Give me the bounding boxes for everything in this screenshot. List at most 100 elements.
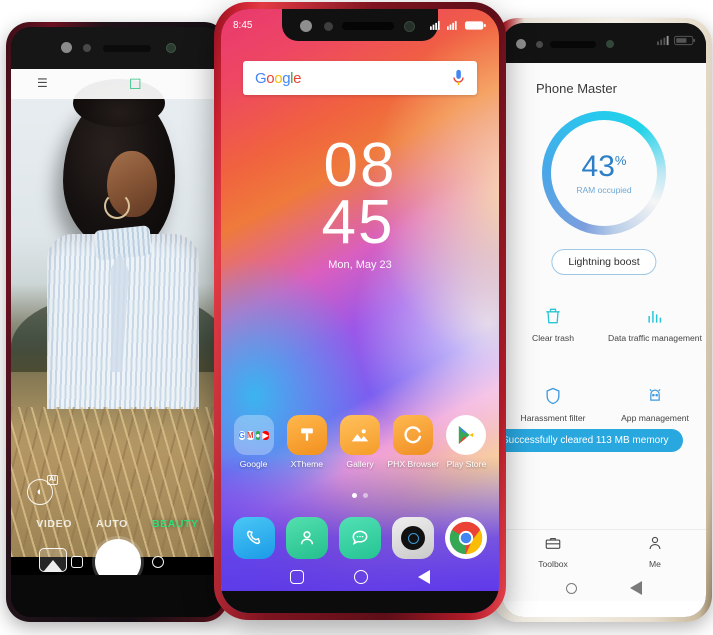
- lens-inner: [407, 532, 419, 544]
- app-label: PHX Browser: [387, 459, 439, 469]
- app-label: Gallery: [346, 459, 374, 469]
- google-search-bar[interactable]: Google: [243, 61, 477, 95]
- messages-icon: [339, 517, 381, 559]
- youtube-icon: ▶: [262, 430, 269, 440]
- photo-subject-shirt: [47, 234, 199, 409]
- center-status-bar: 8:45: [221, 9, 499, 41]
- camera-icon: [392, 517, 435, 559]
- right-phone-device: Phone Master 43% RAM occupied Lightning …: [492, 18, 712, 622]
- back-button[interactable]: [629, 581, 642, 595]
- app-gallery[interactable]: Gallery: [333, 415, 386, 470]
- feature-data-traffic[interactable]: Data traffic management: [604, 303, 706, 343]
- feature-row-1: Clear trash Data traffic management: [502, 303, 706, 343]
- center-phone-chin: [221, 591, 499, 613]
- chrome-icon: [445, 517, 488, 559]
- right-phone-screen: Phone Master 43% RAM occupied Lightning …: [502, 23, 706, 617]
- toolbox-icon: [545, 537, 561, 549]
- left-phone-screen: ☰ ☐ ◐ AI VIDEO AUTO BEAUTY: [11, 27, 224, 617]
- xtheme-icon: [286, 415, 327, 455]
- signal-icon-2: [447, 20, 457, 30]
- app-xtheme[interactable]: XTheme: [280, 415, 333, 470]
- dock-messages[interactable]: [333, 517, 386, 559]
- bottom-nav-toolbox[interactable]: Toolbox: [502, 534, 604, 569]
- camera-mode-auto[interactable]: AUTO: [96, 518, 128, 530]
- bottom-nav-me[interactable]: Me: [604, 534, 706, 569]
- home-button[interactable]: [151, 556, 164, 568]
- feature-app-management[interactable]: App management: [604, 383, 706, 423]
- feature-label: Harassment filter: [520, 413, 586, 423]
- sensor-icon: [536, 41, 543, 48]
- bar-chart-icon: [604, 303, 706, 329]
- home-button[interactable]: [354, 570, 368, 584]
- camera-mode-video[interactable]: VIDEO: [36, 518, 72, 530]
- bottom-nav-label: Me: [649, 559, 661, 569]
- home-button[interactable]: [566, 582, 578, 594]
- page-dot-active[interactable]: [352, 493, 357, 498]
- status-time: 8:45: [233, 19, 253, 31]
- recents-button[interactable]: [71, 556, 84, 568]
- back-button[interactable]: [418, 570, 430, 584]
- product-scene: ☰ ☐ ◐ AI VIDEO AUTO BEAUTY Phone Master …: [0, 0, 713, 635]
- phone-master-app: Phone Master 43% RAM occupied Lightning …: [502, 63, 706, 617]
- page-dot[interactable]: [363, 493, 368, 498]
- ram-label: RAM occupied: [576, 184, 632, 195]
- clock-widget[interactable]: 08 45 Mon, May 23: [221, 131, 499, 272]
- phx-browser-icon: [393, 415, 434, 455]
- app-dock: [227, 517, 493, 559]
- bottom-nav-bar: Toolbox Me: [502, 529, 706, 573]
- signal-icon-1: [430, 20, 440, 30]
- person-icon: [649, 536, 661, 550]
- play-triangle-icon: [459, 426, 474, 444]
- app-google-folder[interactable]: G M ● ▶ Google: [227, 415, 280, 470]
- microphone-icon[interactable]: [452, 69, 465, 87]
- lightning-boost-button[interactable]: Lightning boost: [551, 249, 657, 275]
- left-nav-bar: [11, 549, 224, 575]
- camera-mode-selector[interactable]: VIDEO AUTO BEAUTY: [11, 514, 224, 534]
- status-icons: [430, 20, 487, 31]
- dock-phone[interactable]: [227, 517, 280, 559]
- earpiece-speaker: [550, 41, 596, 48]
- sd-card-icon[interactable]: ☐: [129, 76, 142, 93]
- front-camera-icon: [516, 39, 526, 49]
- center-phone-device: 8:45 Google 08 45 Mon, May 23 G M ● ▶ Go…: [214, 2, 506, 620]
- clock-date: Mon, May 23: [328, 259, 392, 272]
- secondary-sensor-icon: [606, 40, 614, 48]
- dock-chrome[interactable]: [440, 517, 493, 559]
- app-play-store[interactable]: Play Store: [440, 415, 493, 470]
- battery-icon: [674, 35, 696, 46]
- battery-icon: [464, 20, 486, 30]
- phone-icon: [232, 517, 275, 559]
- play-store-icon: [446, 415, 487, 455]
- feature-row-2: Harassment filter App management: [502, 383, 706, 423]
- google-folder-icon: G M ● ▶: [233, 415, 274, 455]
- ram-usage-text: 43% RAM occupied: [576, 149, 632, 195]
- lens-outer: [401, 526, 426, 550]
- secondary-sensor-icon: [166, 43, 176, 53]
- chat-bubble-icon: [352, 530, 368, 545]
- dock-contacts[interactable]: [280, 517, 333, 559]
- android-icon: [604, 383, 706, 409]
- app-grid: G M ● ▶ Google XTheme Gallery PHX Browse…: [227, 415, 493, 470]
- dock-camera[interactable]: [387, 517, 440, 559]
- feature-clear-trash[interactable]: Clear trash: [502, 303, 604, 343]
- sensor-icon: [83, 44, 91, 52]
- maps-icon: ●: [255, 430, 261, 440]
- recents-button[interactable]: [290, 570, 304, 584]
- swirl-icon: [404, 426, 422, 444]
- percent-sign: %: [614, 152, 627, 168]
- ram-percent-value: 43%: [581, 149, 627, 183]
- g-icon: G: [238, 430, 245, 440]
- camera-mode-beauty[interactable]: BEAUTY: [152, 518, 199, 530]
- app-phx-browser[interactable]: PHX Browser: [387, 415, 440, 470]
- handset-icon: [246, 530, 260, 545]
- feature-label: Data traffic management: [608, 333, 702, 343]
- chrome-logo: [450, 521, 483, 555]
- left-phone-chin: [11, 575, 224, 617]
- feature-harassment-filter[interactable]: Harassment filter: [502, 383, 604, 423]
- page-indicator: [221, 493, 499, 498]
- shield-icon: [502, 383, 604, 409]
- hdr-icon[interactable]: ☰: [37, 76, 48, 90]
- app-label: Play Store: [446, 459, 487, 469]
- clock-hours: 08: [323, 131, 397, 200]
- photo-subject-earring: [104, 193, 130, 219]
